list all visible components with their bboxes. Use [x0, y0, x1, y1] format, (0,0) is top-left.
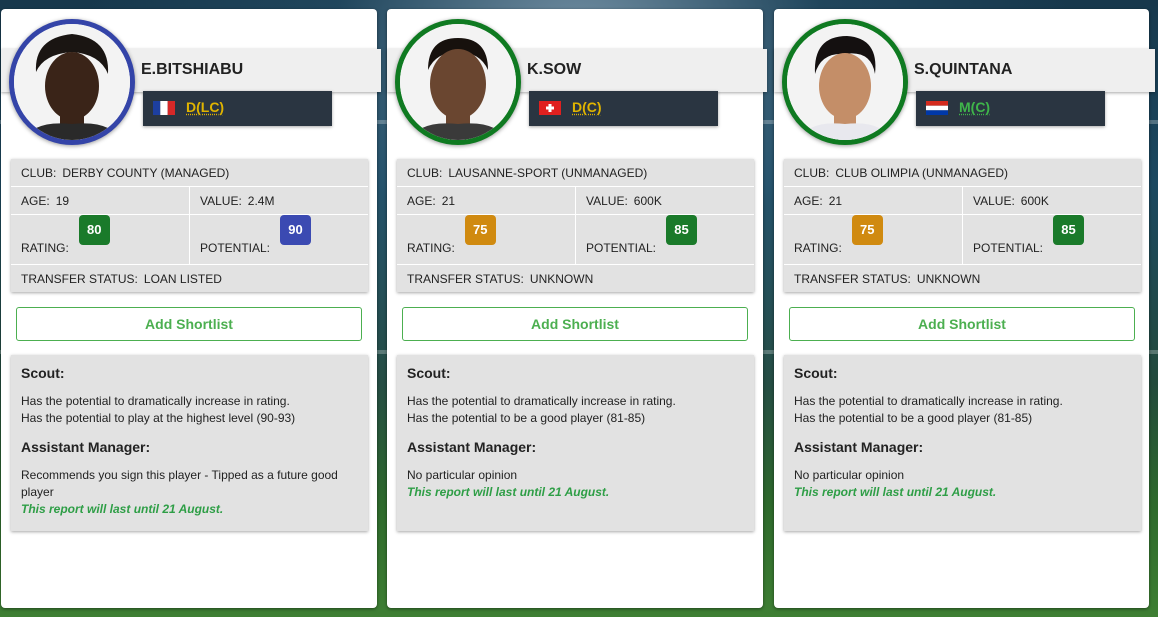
club-cell: CLUB: CLUB OLIMPIA (UNMANAGED)	[784, 159, 1141, 186]
assistant-manager-heading: Assistant Manager:	[794, 439, 924, 455]
player-name[interactable]: E.BITSHIABU	[141, 61, 243, 79]
club-value[interactable]: DERBY COUNTY (MANAGED)	[62, 166, 229, 180]
value-label: VALUE:	[200, 193, 242, 208]
scout-line: Has the potential to be a good player (8…	[794, 411, 1033, 425]
rating-cell: RATING: 75	[784, 215, 962, 264]
report-expiry: This report will last until 21 August.	[794, 485, 997, 499]
value-label: VALUE:	[586, 193, 628, 208]
potential-badge: 85	[1053, 215, 1085, 245]
transfer-value: UNKNOWN	[529, 271, 594, 286]
rating-label: RATING:	[794, 241, 842, 255]
transfer-label: TRANSFER STATUS:	[794, 271, 911, 286]
switzerland-flag-icon	[539, 101, 561, 115]
potential-cell: POTENTIAL: 85	[575, 215, 754, 264]
add-shortlist-button[interactable]: Add Shortlist	[402, 307, 748, 341]
position-bar: D(C)	[529, 91, 718, 126]
club-label: CLUB:	[407, 165, 443, 180]
transfer-cell: TRANSFER STATUS: UNKNOWN	[397, 265, 754, 292]
potential-badge: 85	[666, 215, 698, 245]
player-name[interactable]: S.QUINTANA	[914, 61, 1012, 79]
value-cell: VALUE: 2.4M	[189, 187, 368, 214]
paraguay-flag-icon	[926, 101, 948, 115]
scout-line: Has the potential to be a good player (8…	[407, 411, 646, 425]
rating-cell: RATING: 75	[397, 215, 575, 264]
age-label: AGE:	[21, 193, 50, 208]
rating-label: RATING:	[407, 241, 455, 255]
scout-line: Has the potential to dramatically increa…	[407, 394, 676, 408]
club-label: CLUB:	[794, 165, 830, 180]
rating-badge: 75	[851, 215, 883, 245]
transfer-label: TRANSFER STATUS:	[21, 271, 138, 286]
scout-line: Has the potential to dramatically increa…	[794, 394, 1063, 408]
age-value: 19	[55, 193, 70, 208]
scout-heading: Scout:	[21, 365, 65, 381]
assistant-manager-opinion: Recommends you sign this player - Tipped…	[21, 468, 338, 499]
player-card: S.QUINTANA M(C) CLUB: CLUB OLIMPIA (UNMA…	[774, 9, 1155, 608]
age-label: AGE:	[407, 193, 436, 208]
assistant-manager-opinion: No particular opinion	[794, 468, 905, 482]
potential-cell: POTENTIAL: 90	[189, 215, 368, 264]
value-value: 2.4M	[247, 193, 275, 208]
player-position[interactable]: M(C)	[959, 99, 990, 115]
scout-heading: Scout:	[794, 365, 838, 381]
age-label: AGE:	[794, 193, 823, 208]
scout-report: Scout: Has the potential to dramatically…	[397, 355, 754, 531]
transfer-cell: TRANSFER STATUS: UNKNOWN	[784, 265, 1141, 292]
club-value[interactable]: CLUB OLIMPIA (UNMANAGED)	[835, 166, 1008, 180]
value-cell: VALUE: 600K	[575, 187, 754, 214]
player-info-table: CLUB: DERBY COUNTY (MANAGED) AGE: 19 VAL…	[11, 159, 368, 292]
club-value[interactable]: LAUSANNE-SPORT (UNMANAGED)	[448, 166, 647, 180]
age-cell: AGE: 21	[397, 187, 575, 214]
scout-line: Has the potential to play at the highest…	[21, 411, 296, 425]
club-cell: CLUB: LAUSANNE-SPORT (UNMANAGED)	[397, 159, 754, 186]
player-avatar[interactable]	[782, 19, 908, 145]
rating-badge: 80	[78, 215, 110, 245]
potential-badge: 90	[280, 215, 312, 245]
age-cell: AGE: 21	[784, 187, 962, 214]
assistant-manager-heading: Assistant Manager:	[21, 439, 151, 455]
report-expiry: This report will last until 21 August.	[407, 485, 610, 499]
club-label: CLUB:	[21, 165, 57, 180]
scout-report: Scout: Has the potential to dramatically…	[11, 355, 368, 531]
scout-line: Has the potential to dramatically increa…	[21, 394, 290, 408]
player-card: E.BITSHIABU D(LC) CLUB: DERBY COUNTY (MA…	[1, 9, 381, 608]
position-bar: M(C)	[916, 91, 1105, 126]
potential-cell: POTENTIAL: 85	[962, 215, 1141, 264]
transfer-value: UNKNOWN	[916, 271, 981, 286]
potential-label: POTENTIAL:	[200, 241, 271, 255]
player-avatar[interactable]	[395, 19, 521, 145]
player-info-table: CLUB: LAUSANNE-SPORT (UNMANAGED) AGE: 21…	[397, 159, 754, 292]
report-expiry: This report will last until 21 August.	[21, 502, 224, 516]
assistant-manager-heading: Assistant Manager:	[407, 439, 537, 455]
position-bar: D(LC)	[143, 91, 332, 126]
age-value: 21	[441, 193, 456, 208]
player-position[interactable]: D(LC)	[186, 99, 224, 115]
scout-heading: Scout:	[407, 365, 451, 381]
value-value: 600K	[633, 193, 662, 208]
transfer-value: LOAN LISTED	[143, 271, 222, 286]
rating-badge: 75	[464, 215, 496, 245]
club-cell: CLUB: DERBY COUNTY (MANAGED)	[11, 159, 368, 186]
player-avatar[interactable]	[9, 19, 135, 145]
transfer-cell: TRANSFER STATUS: LOAN LISTED	[11, 265, 368, 292]
add-shortlist-button[interactable]: Add Shortlist	[16, 307, 362, 341]
value-label: VALUE:	[973, 193, 1015, 208]
player-info-table: CLUB: CLUB OLIMPIA (UNMANAGED) AGE: 21 V…	[784, 159, 1141, 292]
potential-label: POTENTIAL:	[973, 241, 1044, 255]
age-cell: AGE: 19	[11, 187, 189, 214]
rating-label: RATING:	[21, 241, 69, 255]
potential-label: POTENTIAL:	[586, 241, 657, 255]
age-value: 21	[828, 193, 843, 208]
transfer-label: TRANSFER STATUS:	[407, 271, 524, 286]
scout-report: Scout: Has the potential to dramatically…	[784, 355, 1141, 531]
france-flag-icon	[153, 101, 175, 115]
assistant-manager-opinion: No particular opinion	[407, 468, 518, 482]
player-card: K.SOW D(C) CLUB: LAUSANNE-SPORT (UNMANAG…	[387, 9, 767, 608]
player-position[interactable]: D(C)	[572, 99, 602, 115]
add-shortlist-button[interactable]: Add Shortlist	[789, 307, 1135, 341]
player-name[interactable]: K.SOW	[527, 61, 581, 79]
rating-cell: RATING: 80	[11, 215, 189, 264]
value-value: 600K	[1020, 193, 1049, 208]
value-cell: VALUE: 600K	[962, 187, 1141, 214]
